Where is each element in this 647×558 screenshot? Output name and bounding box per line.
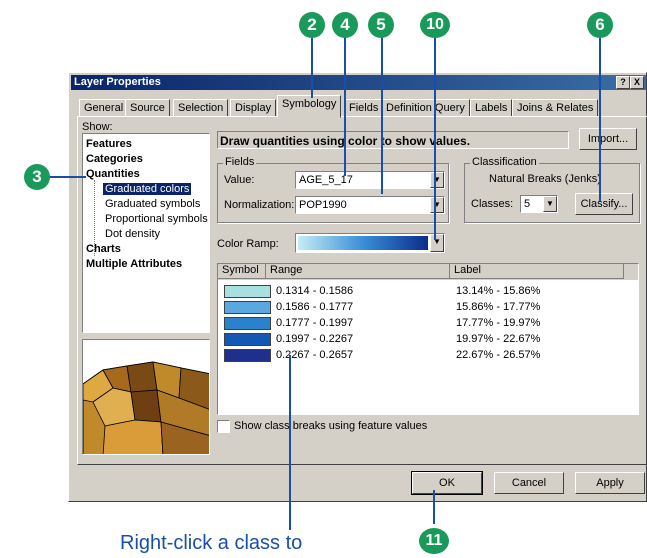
tree-item-charts[interactable]: Charts [86, 243, 121, 255]
tab-display[interactable]: Display [230, 99, 277, 117]
callout-line-5 [381, 36, 383, 194]
callout-line-3 [46, 176, 86, 178]
import-button[interactable]: Import... [579, 128, 637, 150]
classification-method: Natural Breaks (Jenks) [489, 173, 601, 185]
class-label[interactable]: 15.86% - 17.77% [456, 301, 540, 313]
tree-item-multiple-attributes[interactable]: Multiple Attributes [86, 258, 182, 270]
caption-line [289, 355, 291, 530]
fields-legend: Fields [223, 156, 257, 168]
class-symbol-swatch[interactable] [224, 333, 271, 346]
layer-properties-dialog: Layer Properties ? X General Source Sele… [68, 72, 647, 502]
show-breaks-checkbox[interactable] [217, 420, 230, 433]
normalization-label: Normalization: [224, 199, 295, 211]
callout-line-10 [434, 36, 436, 240]
classes-combo[interactable]: 5 ▼ [520, 195, 558, 213]
table-header: Symbol Range Label [218, 264, 638, 280]
tab-labels[interactable]: Labels [470, 99, 513, 117]
table-row[interactable]: 0.1777 - 0.1997 17.77% - 19.97% [224, 316, 624, 332]
tab-joins-relates[interactable]: Joins & Relates [512, 99, 599, 117]
callout-10: 10 [420, 12, 450, 38]
classification-legend: Classification [470, 156, 539, 168]
callout-line-11 [433, 490, 435, 524]
apply-button[interactable]: Apply [575, 472, 645, 494]
class-range[interactable]: 0.1997 - 0.2267 [276, 333, 353, 345]
class-symbol-swatch[interactable] [224, 285, 271, 298]
table-row[interactable]: 0.1314 - 0.1586 13.14% - 15.86% [224, 284, 624, 300]
callout-5: 5 [368, 12, 394, 38]
table-row[interactable]: 0.1586 - 0.1777 15.86% - 17.77% [224, 300, 624, 316]
show-tree: Features Categories Quantities Graduated… [82, 133, 210, 333]
normalization-combo[interactable]: POP1990 ▼ [295, 196, 445, 214]
chevron-down-icon[interactable]: ▼ [430, 172, 444, 188]
preview-map [82, 339, 210, 455]
callout-line-4 [344, 36, 346, 176]
help-button[interactable]: ? [616, 76, 630, 89]
classes-label: Classes: [471, 198, 514, 210]
callout-line-6 [599, 36, 601, 201]
class-range[interactable]: 0.1314 - 0.1586 [276, 285, 353, 297]
tree-item-proportional-symbols[interactable]: Proportional symbols [105, 213, 208, 225]
header-label[interactable]: Label [450, 264, 624, 279]
tab-fields[interactable]: Fields [344, 99, 384, 117]
chevron-down-icon[interactable]: ▼ [430, 197, 444, 213]
tab-symbology[interactable]: Symbology [277, 95, 342, 118]
color-ramp-label: Color Ramp: [217, 238, 279, 250]
instruction-caption: Right-click a class to [120, 532, 303, 554]
window-title: Layer Properties [74, 76, 161, 88]
class-symbol-swatch[interactable] [224, 349, 271, 362]
header-range[interactable]: Range [266, 264, 450, 279]
callout-6: 6 [587, 12, 613, 38]
class-range[interactable]: 0.1777 - 0.1997 [276, 317, 353, 329]
table-row[interactable]: 0.2267 - 0.2657 22.67% - 26.57% [224, 348, 624, 364]
close-button[interactable]: X [630, 76, 644, 89]
class-symbol-swatch[interactable] [224, 317, 271, 330]
chevron-down-icon[interactable]: ▼ [543, 196, 557, 212]
value-label: Value: [224, 174, 255, 186]
class-range[interactable]: 0.2267 - 0.2657 [276, 349, 353, 361]
header-symbol[interactable]: Symbol [218, 264, 266, 279]
africa-map-image [83, 340, 209, 454]
show-breaks-label: Show class breaks using feature values [234, 420, 428, 432]
callout-11: 11 [419, 528, 449, 554]
color-ramp-swatch [298, 236, 428, 250]
classes-value: 5 [524, 198, 531, 210]
show-label: Show: [82, 121, 113, 133]
tab-general[interactable]: General [79, 99, 129, 117]
value-combo[interactable]: AGE_5_17 ▼ [295, 171, 445, 189]
class-symbol-swatch[interactable] [224, 301, 271, 314]
class-label[interactable]: 17.77% - 19.97% [456, 317, 540, 329]
callout-3: 3 [24, 164, 50, 190]
title-bar: Layer Properties ? X [71, 75, 646, 90]
description-box: Draw quantities using color to show valu… [217, 131, 569, 149]
tree-item-graduated-symbols[interactable]: Graduated symbols [105, 198, 200, 210]
tab-definition-query[interactable]: Definition Query [381, 99, 470, 117]
callout-line-2 [311, 36, 313, 98]
callout-4: 4 [332, 12, 358, 38]
tree-item-features[interactable]: Features [86, 138, 132, 150]
ok-button[interactable]: OK [411, 471, 483, 495]
chevron-down-icon[interactable]: ▼ [430, 234, 444, 252]
class-label[interactable]: 13.14% - 15.86% [456, 285, 540, 297]
class-label[interactable]: 22.67% - 26.57% [456, 349, 540, 361]
cancel-button[interactable]: Cancel [494, 472, 564, 494]
callout-2: 2 [299, 12, 325, 38]
class-label[interactable]: 19.97% - 22.67% [456, 333, 540, 345]
tree-item-graduated-colors[interactable]: Graduated colors [103, 183, 192, 195]
classify-button[interactable]: Classify... [575, 193, 633, 215]
table-row[interactable]: 0.1997 - 0.2267 19.97% - 22.67% [224, 332, 624, 348]
color-ramp-combo[interactable]: ▼ [295, 233, 445, 253]
tree-item-quantities[interactable]: Quantities [86, 168, 140, 180]
tab-selection[interactable]: Selection [173, 99, 229, 117]
tab-source[interactable]: Source [125, 99, 170, 117]
class-table: Symbol Range Label 0.1314 - 0.1586 13.14%… [217, 263, 639, 415]
class-range[interactable]: 0.1586 - 0.1777 [276, 301, 353, 313]
tree-item-categories[interactable]: Categories [86, 153, 143, 165]
normalization-field-text: POP1990 [299, 199, 347, 211]
tree-item-dot-density[interactable]: Dot density [105, 228, 160, 240]
